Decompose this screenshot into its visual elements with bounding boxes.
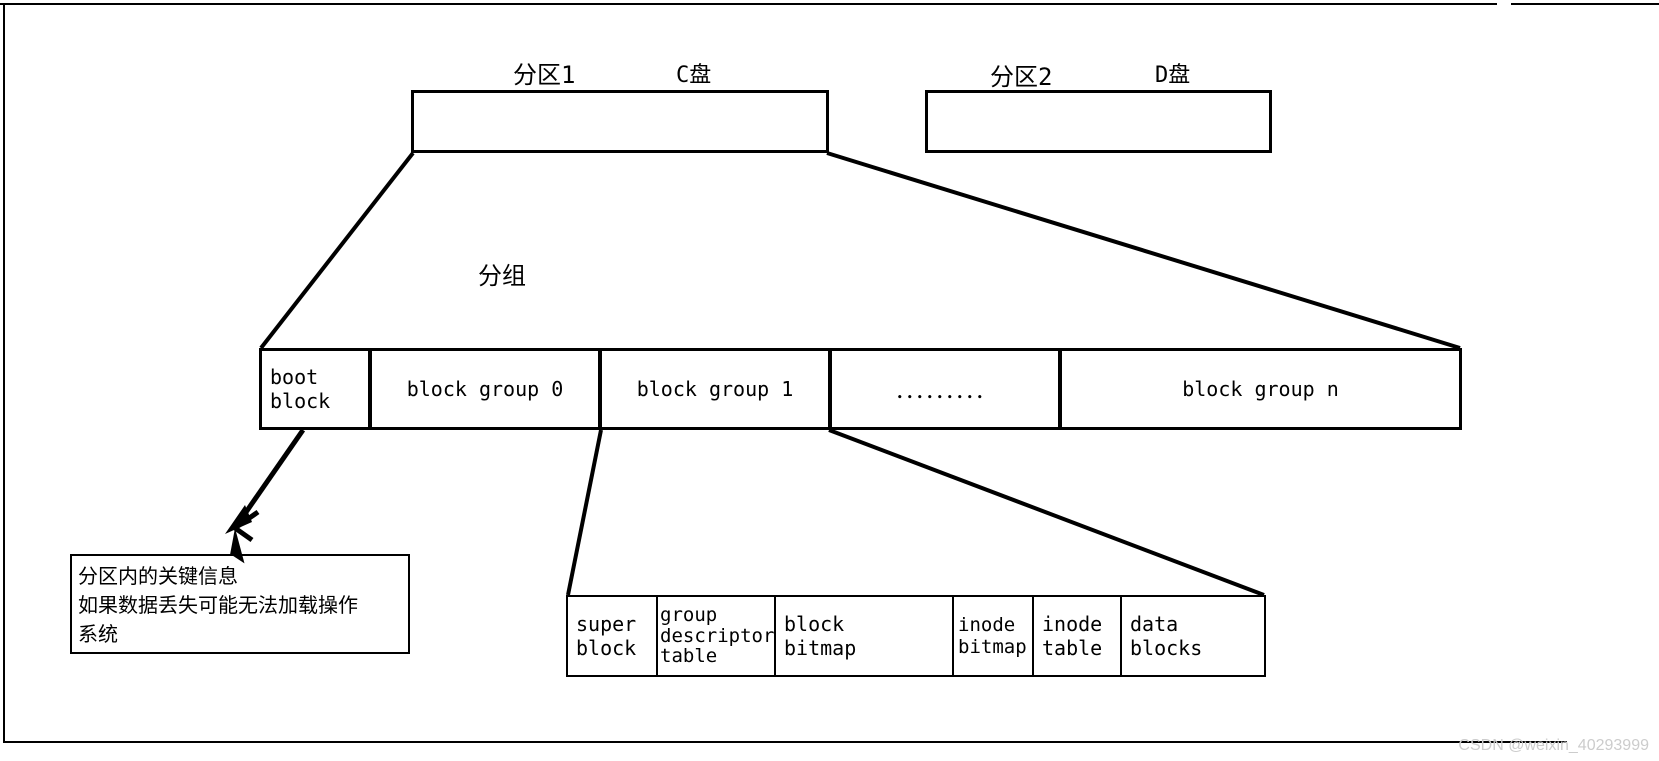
partition1-box: [411, 90, 829, 153]
group-label: 分组: [478, 256, 526, 291]
watermark: CSDN @weixin_40293999: [1458, 737, 1649, 755]
group-descriptor-table-text: group descriptor table: [660, 605, 774, 668]
partition2-drive: D盘: [1155, 57, 1190, 89]
inode-bitmap-cell: inode bitmap: [952, 595, 1034, 677]
block-group-1-text: block group 1: [637, 377, 794, 401]
block-group-n-cell: block group n: [1059, 348, 1462, 430]
block-bitmap-text: block bitmap: [784, 612, 856, 660]
block-bitmap-cell: block bitmap: [774, 595, 954, 677]
block-group-n-text: block group n: [1182, 377, 1339, 401]
data-blocks-text: data blocks: [1130, 612, 1256, 660]
block-group-1-cell: block group 1: [599, 348, 831, 430]
inode-table-text: inode table: [1042, 612, 1102, 660]
inode-table-cell: inode table: [1032, 595, 1122, 677]
boot-note-line3: 系统: [78, 618, 402, 647]
group-descriptor-table-cell: group descriptor table: [656, 595, 776, 677]
block-group-0-text: block group 0: [407, 377, 564, 401]
inode-bitmap-text: inode bitmap: [958, 614, 1027, 658]
block-group-0-cell: block group 0: [369, 348, 601, 430]
super-block-cell: super block: [566, 595, 658, 677]
super-block-text: super block: [576, 612, 636, 660]
boot-block-cell: boot block: [259, 348, 371, 430]
partition1-title: 分区1: [513, 55, 575, 90]
boot-note-line1: 分区内的关键信息: [78, 560, 402, 589]
boot-note-line2: 如果数据丢失可能无法加载操作: [78, 589, 402, 618]
block-group-dots-cell: ．．．．．．．．．: [829, 348, 1061, 430]
partition2-title: 分区2: [990, 57, 1052, 92]
partition1-drive: C盘: [676, 57, 711, 89]
data-blocks-cell: data blocks: [1120, 595, 1266, 677]
boot-note-box: 分区内的关键信息 如果数据丢失可能无法加载操作 系统: [70, 554, 410, 654]
block-group-dots-text: ．．．．．．．．．: [895, 375, 995, 404]
partition2-box: [925, 90, 1272, 153]
boot-block-text: boot block: [270, 365, 330, 413]
